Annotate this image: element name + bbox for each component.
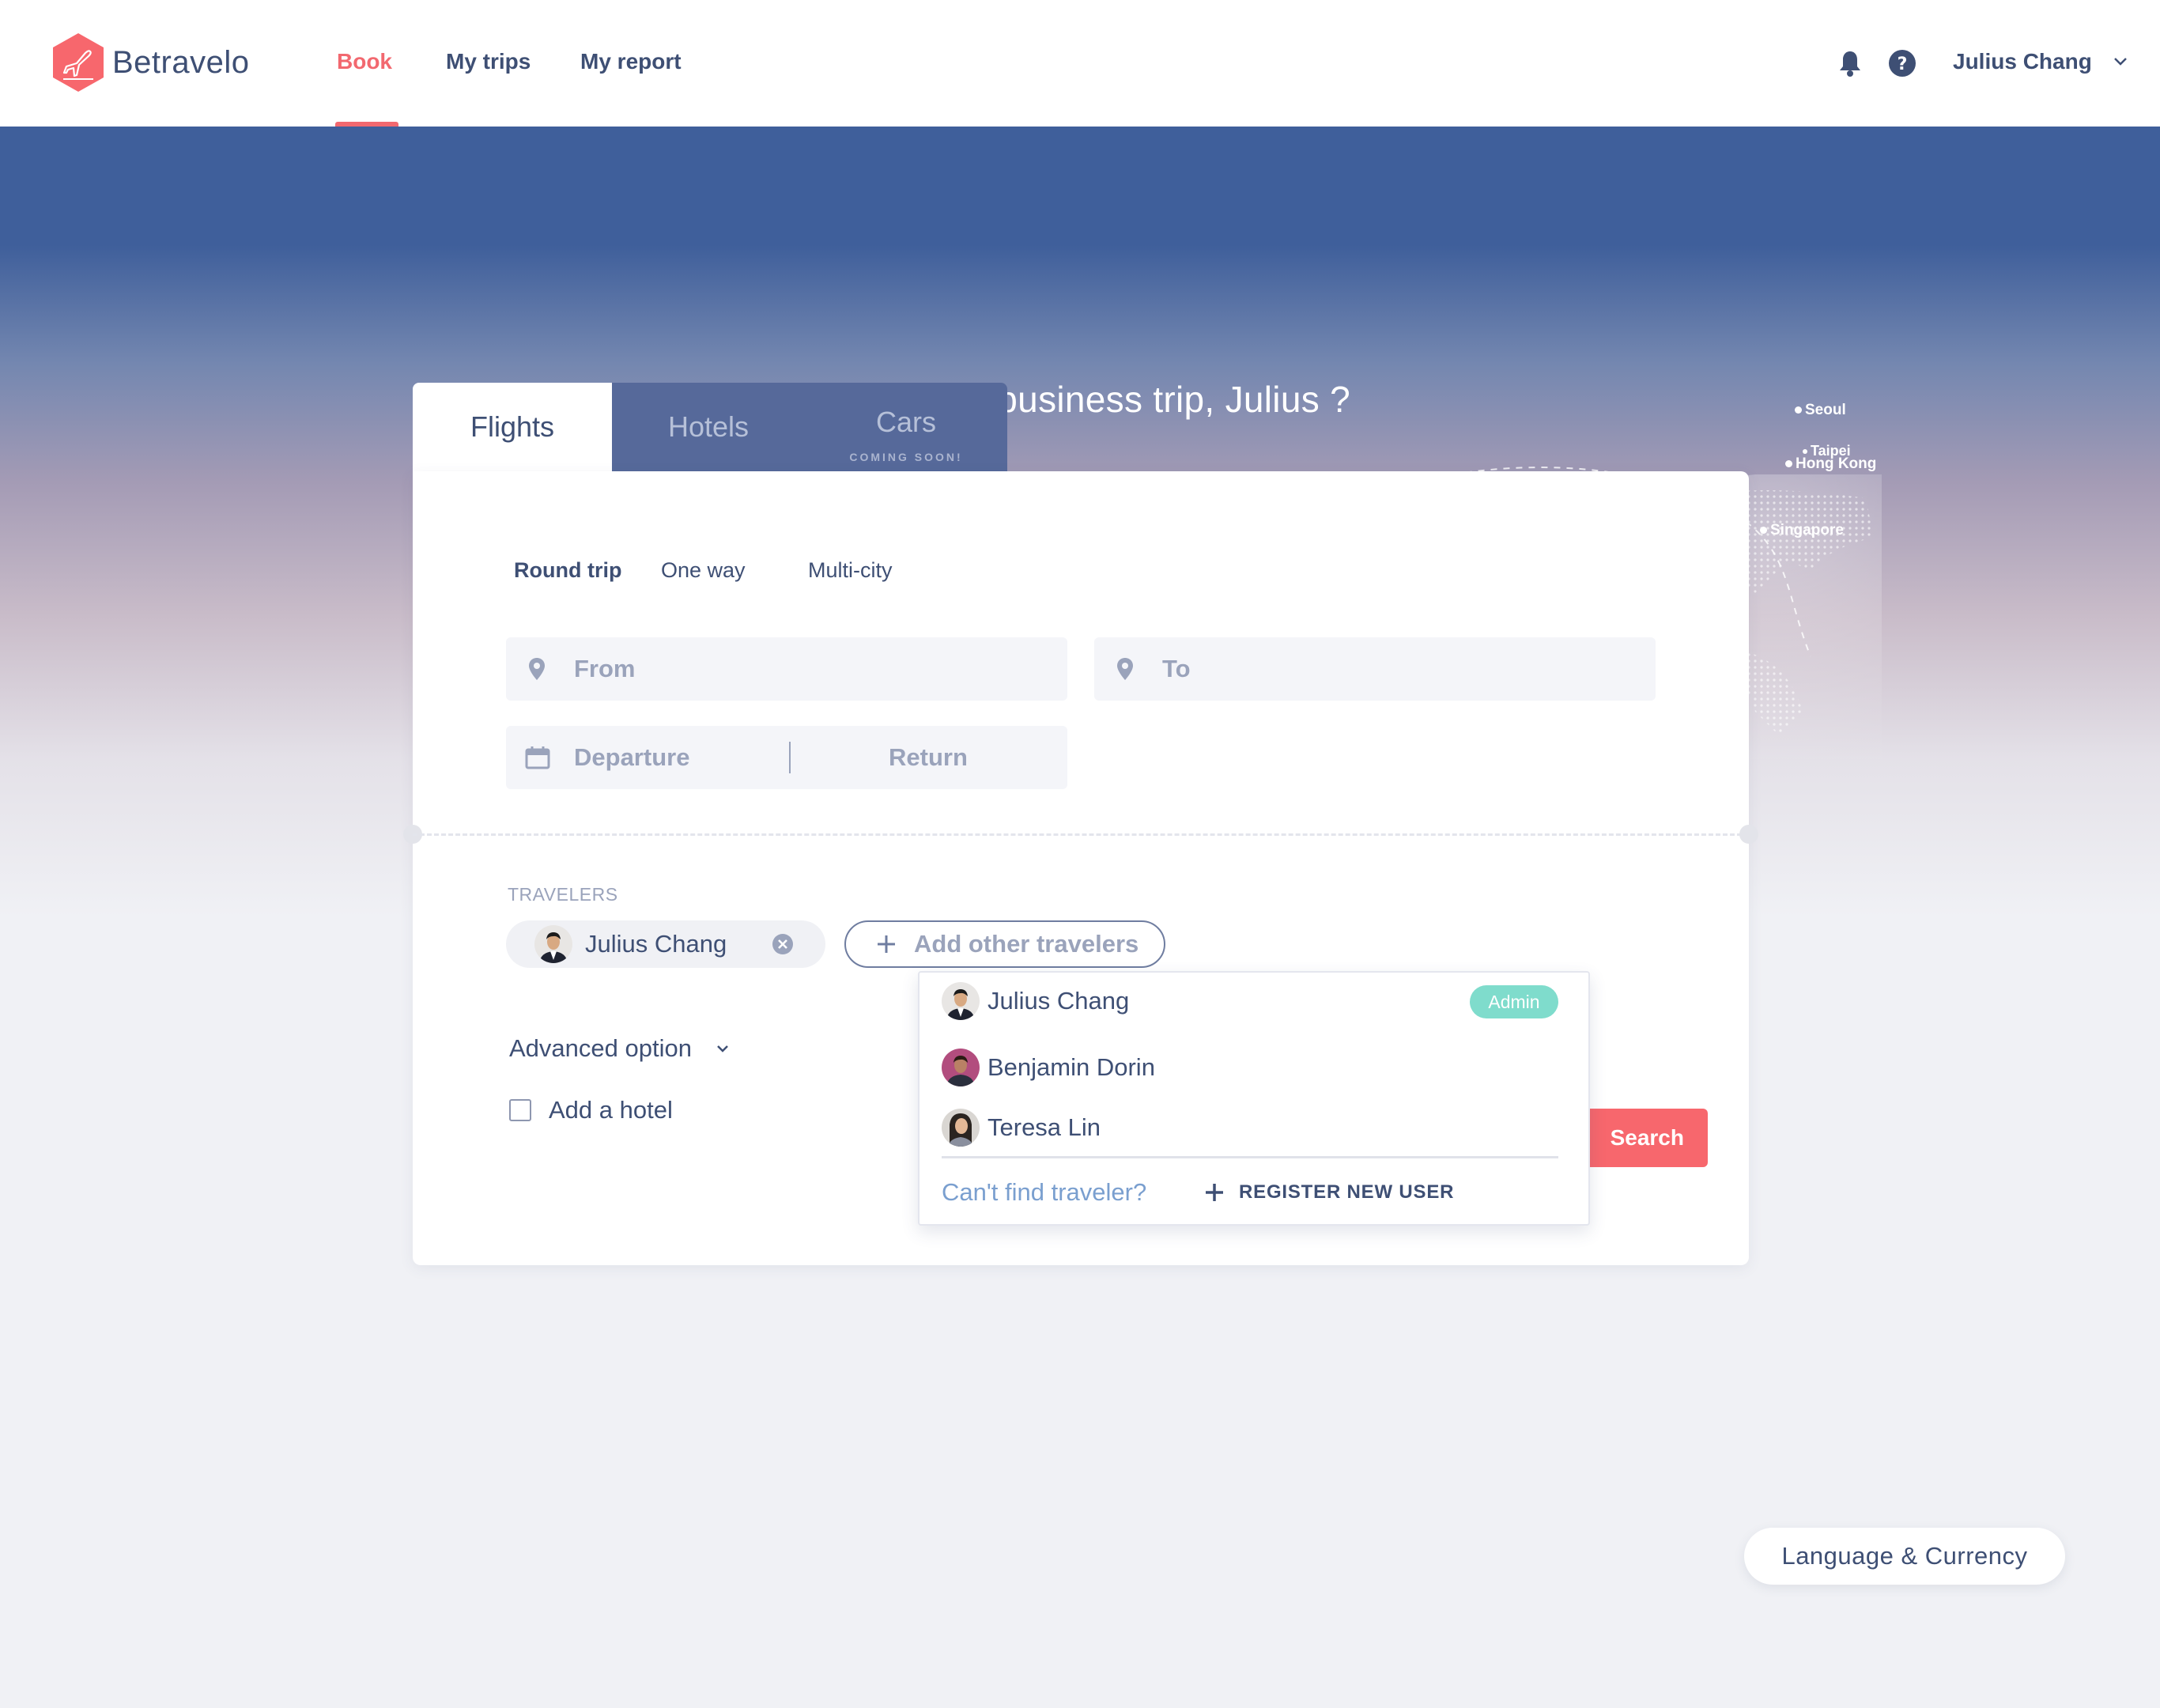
travelers-heading: TRAVELERS (508, 884, 618, 905)
avatar (942, 982, 980, 1020)
add-hotel-label: Add a hotel (549, 1096, 673, 1124)
brand-logo[interactable]: Betravelo (51, 32, 249, 93)
traveler-chip-name: Julius Chang (585, 930, 727, 958)
nav-book[interactable]: Book (337, 49, 392, 74)
add-travelers-label: Add other travelers (914, 930, 1139, 958)
coming-soon-badge: COMING SOON! (849, 451, 963, 463)
admin-badge: Admin (1470, 985, 1558, 1018)
calendar-icon (525, 746, 550, 769)
city-marker (1803, 449, 1807, 455)
svg-text:?: ? (1898, 55, 1908, 74)
help-icon[interactable]: ? (1888, 49, 1916, 77)
dropdown-item-name: Teresa Lin (987, 1113, 1101, 1141)
dropdown-item-name: Benjamin Dorin (987, 1053, 1155, 1081)
avatar (942, 1049, 980, 1086)
map-city-seoul: Seoul (1795, 402, 1846, 419)
bell-icon[interactable] (1837, 49, 1863, 77)
register-new-user-label: REGISTER NEW USER (1239, 1181, 1455, 1203)
dropdown-item-julius-chang[interactable]: Julius Chang (942, 982, 1129, 1020)
dropdown-divider (942, 1156, 1558, 1158)
dropdown-item-name: Julius Chang (987, 987, 1130, 1015)
ticket-notch-right (1739, 825, 1758, 844)
city-marker (1785, 460, 1792, 468)
advanced-option-toggle[interactable]: Advanced option (509, 1034, 730, 1063)
traveler-chip: Julius Chang (506, 920, 825, 968)
plus-icon (878, 935, 895, 953)
date-divider (789, 742, 791, 773)
tab-hotels[interactable]: Hotels (612, 383, 805, 471)
tab-cars[interactable]: Cars COMING SOON! (805, 383, 1007, 471)
avatar (942, 1109, 980, 1147)
dropdown-item-teresa-lin[interactable]: Teresa Lin (942, 1109, 1101, 1147)
return-placeholder: Return (889, 743, 968, 771)
tab-cars-label: Cars (875, 406, 936, 438)
cant-find-traveler-text: Can't find traveler? (942, 1178, 1147, 1206)
city-marker (1760, 527, 1767, 535)
trip-type-one-way[interactable]: One way (661, 558, 746, 583)
from-placeholder: From (574, 655, 636, 682)
chevron-down-icon (2113, 58, 2127, 66)
traveler-dropdown: Julius Chang Admin Benjamin Dorin Teresa… (918, 971, 1590, 1226)
language-currency-button[interactable]: Language & Currency (1744, 1528, 2065, 1585)
booking-tabs: Flights Hotels Cars COMING SOON! (413, 383, 1007, 471)
dashed-separator (413, 833, 1749, 836)
checkbox-box[interactable] (509, 1099, 531, 1121)
advanced-option-label: Advanced option (509, 1034, 692, 1062)
location-pin-icon (1117, 658, 1133, 680)
user-name: Julius Chang (1953, 49, 2092, 74)
search-button-label: Search (1610, 1125, 1684, 1150)
add-hotel-checkbox[interactable]: Add a hotel (509, 1096, 673, 1124)
hero-title: Need to book a business trip, Julius ? (737, 379, 1350, 420)
brand-name: Betravelo (112, 44, 250, 80)
plus-icon (1206, 1184, 1223, 1201)
from-field[interactable]: From (506, 637, 1067, 701)
avatar-photo-benjamin (942, 1049, 980, 1086)
map-city-singapore: Singapore (1760, 522, 1844, 539)
city-marker (1795, 406, 1802, 414)
to-placeholder: To (1162, 655, 1191, 682)
map-city-hong-kong: Hong Kong (1785, 455, 1876, 473)
date-range-field[interactable]: Departure Return (506, 726, 1067, 789)
nav-my-trips[interactable]: My trips (446, 49, 531, 74)
register-new-user-button[interactable]: REGISTER NEW USER (1204, 1181, 1454, 1204)
trip-type-multi-city[interactable]: Multi-city (808, 558, 893, 583)
top-navigation-bar: Betravelo Book My trips My report ? Juli… (0, 0, 2160, 127)
departure-placeholder: Departure (574, 743, 690, 771)
nav-my-report[interactable]: My report (580, 49, 682, 74)
avatar (534, 925, 572, 963)
to-field[interactable]: To (1094, 637, 1656, 701)
location-pin-icon (529, 658, 545, 680)
trip-type-round-trip[interactable]: Round trip (514, 558, 621, 583)
remove-traveler-icon[interactable] (772, 933, 794, 955)
avatar-photo-julius (942, 982, 980, 1020)
dropdown-item-benjamin-dorin[interactable]: Benjamin Dorin (942, 1049, 1155, 1086)
chevron-down-icon (717, 1045, 728, 1052)
avatar-photo-julius (534, 925, 572, 963)
logo-plane-icon (53, 33, 104, 92)
avatar-photo-teresa (942, 1109, 980, 1147)
user-menu[interactable]: Julius Chang (1953, 49, 2128, 74)
add-travelers-button[interactable]: Add other travelers (844, 920, 1165, 968)
tab-flights[interactable]: Flights (413, 383, 612, 471)
